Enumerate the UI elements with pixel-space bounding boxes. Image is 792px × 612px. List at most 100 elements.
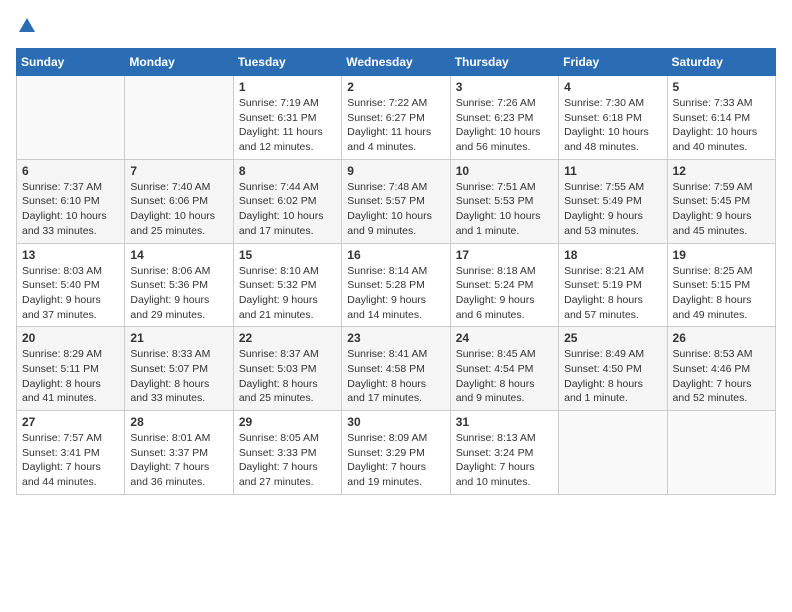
day-number: 27 [22, 415, 119, 429]
day-info: Sunrise: 7:44 AM Sunset: 6:02 PM Dayligh… [239, 180, 336, 239]
day-cell: 27 Sunrise: 7:57 AM Sunset: 3:41 PM Dayli… [17, 411, 125, 495]
day-info: Sunrise: 8:18 AM Sunset: 5:24 PM Dayligh… [456, 264, 553, 323]
day-number: 31 [456, 415, 553, 429]
day-number: 10 [456, 164, 553, 178]
day-cell: 24 Sunrise: 8:45 AM Sunset: 4:54 PM Dayli… [450, 327, 558, 411]
day-number: 1 [239, 80, 336, 94]
day-cell: 5 Sunrise: 7:33 AM Sunset: 6:14 PM Daylig… [667, 76, 775, 160]
day-cell: 10 Sunrise: 7:51 AM Sunset: 5:53 PM Dayli… [450, 159, 558, 243]
day-number: 6 [22, 164, 119, 178]
column-header-friday: Friday [559, 49, 667, 76]
day-cell: 25Sunrise: 8:49 AM Sunset: 4:50 PM Dayli… [559, 327, 667, 411]
week-row-3: 13 Sunrise: 8:03 AM Sunset: 5:40 PM Dayli… [17, 243, 776, 327]
logo [16, 16, 36, 36]
day-number: 18 [564, 248, 661, 262]
header-row: SundayMondayTuesdayWednesdayThursdayFrid… [17, 49, 776, 76]
day-number: 11 [564, 164, 661, 178]
day-info: Sunrise: 8:05 AM Sunset: 3:33 PM Dayligh… [239, 431, 336, 490]
day-info: Sunrise: 8:29 AM Sunset: 5:11 PM Dayligh… [22, 347, 119, 406]
day-cell: 30 Sunrise: 8:09 AM Sunset: 3:29 PM Dayli… [342, 411, 450, 495]
day-number: 22 [239, 331, 336, 345]
day-cell: 31 Sunrise: 8:13 AM Sunset: 3:24 PM Dayli… [450, 411, 558, 495]
week-row-5: 27 Sunrise: 7:57 AM Sunset: 3:41 PM Dayli… [17, 411, 776, 495]
logo-icon [18, 16, 36, 34]
day-number: 21 [130, 331, 227, 345]
day-info: Sunrise: 7:33 AM Sunset: 6:14 PM Dayligh… [673, 96, 770, 155]
day-cell: 2 Sunrise: 7:22 AM Sunset: 6:27 PM Daylig… [342, 76, 450, 160]
day-cell: 21 Sunrise: 8:33 AM Sunset: 5:07 PM Dayli… [125, 327, 233, 411]
calendar-table: SundayMondayTuesdayWednesdayThursdayFrid… [16, 48, 776, 495]
day-info: Sunrise: 7:48 AM Sunset: 5:57 PM Dayligh… [347, 180, 444, 239]
day-info: Sunrise: 8:25 AM Sunset: 5:15 PM Dayligh… [673, 264, 770, 323]
day-cell: 28Sunrise: 8:01 AM Sunset: 3:37 PM Dayli… [125, 411, 233, 495]
day-number: 14 [130, 248, 227, 262]
week-row-1: 1 Sunrise: 7:19 AM Sunset: 6:31 PM Daylig… [17, 76, 776, 160]
day-info: Sunrise: 8:13 AM Sunset: 3:24 PM Dayligh… [456, 431, 553, 490]
column-header-tuesday: Tuesday [233, 49, 341, 76]
day-info: Sunrise: 7:30 AM Sunset: 6:18 PM Dayligh… [564, 96, 661, 155]
day-cell [17, 76, 125, 160]
week-row-2: 6Sunrise: 7:37 AM Sunset: 6:10 PM Daylig… [17, 159, 776, 243]
day-cell: 22Sunrise: 8:37 AM Sunset: 5:03 PM Dayli… [233, 327, 341, 411]
day-number: 3 [456, 80, 553, 94]
day-cell: 8 Sunrise: 7:44 AM Sunset: 6:02 PM Daylig… [233, 159, 341, 243]
day-cell: 6Sunrise: 7:37 AM Sunset: 6:10 PM Daylig… [17, 159, 125, 243]
day-info: Sunrise: 7:57 AM Sunset: 3:41 PM Dayligh… [22, 431, 119, 490]
day-number: 8 [239, 164, 336, 178]
day-cell [125, 76, 233, 160]
day-number: 28 [130, 415, 227, 429]
day-cell: 3Sunrise: 7:26 AM Sunset: 6:23 PM Daylig… [450, 76, 558, 160]
day-cell: 7 Sunrise: 7:40 AM Sunset: 6:06 PM Daylig… [125, 159, 233, 243]
day-number: 26 [673, 331, 770, 345]
day-number: 20 [22, 331, 119, 345]
day-number: 16 [347, 248, 444, 262]
day-cell: 4Sunrise: 7:30 AM Sunset: 6:18 PM Daylig… [559, 76, 667, 160]
day-info: Sunrise: 8:53 AM Sunset: 4:46 PM Dayligh… [673, 347, 770, 406]
day-info: Sunrise: 7:22 AM Sunset: 6:27 PM Dayligh… [347, 96, 444, 155]
day-cell: 9 Sunrise: 7:48 AM Sunset: 5:57 PM Daylig… [342, 159, 450, 243]
day-cell [667, 411, 775, 495]
day-info: Sunrise: 7:19 AM Sunset: 6:31 PM Dayligh… [239, 96, 336, 155]
day-cell: 1 Sunrise: 7:19 AM Sunset: 6:31 PM Daylig… [233, 76, 341, 160]
day-number: 9 [347, 164, 444, 178]
day-info: Sunrise: 8:06 AM Sunset: 5:36 PM Dayligh… [130, 264, 227, 323]
day-info: Sunrise: 7:40 AM Sunset: 6:06 PM Dayligh… [130, 180, 227, 239]
header [16, 16, 776, 36]
column-header-monday: Monday [125, 49, 233, 76]
day-cell: 14 Sunrise: 8:06 AM Sunset: 5:36 PM Dayli… [125, 243, 233, 327]
day-cell: 13 Sunrise: 8:03 AM Sunset: 5:40 PM Dayli… [17, 243, 125, 327]
day-number: 13 [22, 248, 119, 262]
day-info: Sunrise: 8:33 AM Sunset: 5:07 PM Dayligh… [130, 347, 227, 406]
day-number: 30 [347, 415, 444, 429]
column-header-sunday: Sunday [17, 49, 125, 76]
column-header-wednesday: Wednesday [342, 49, 450, 76]
day-info: Sunrise: 8:09 AM Sunset: 3:29 PM Dayligh… [347, 431, 444, 490]
day-info: Sunrise: 8:14 AM Sunset: 5:28 PM Dayligh… [347, 264, 444, 323]
day-cell: 26 Sunrise: 8:53 AM Sunset: 4:46 PM Dayli… [667, 327, 775, 411]
day-number: 15 [239, 248, 336, 262]
day-number: 12 [673, 164, 770, 178]
day-info: Sunrise: 8:10 AM Sunset: 5:32 PM Dayligh… [239, 264, 336, 323]
day-cell: 12Sunrise: 7:59 AM Sunset: 5:45 PM Dayli… [667, 159, 775, 243]
column-header-thursday: Thursday [450, 49, 558, 76]
day-info: Sunrise: 8:41 AM Sunset: 4:58 PM Dayligh… [347, 347, 444, 406]
day-number: 23 [347, 331, 444, 345]
day-cell: 18Sunrise: 8:21 AM Sunset: 5:19 PM Dayli… [559, 243, 667, 327]
day-cell: 11 Sunrise: 7:55 AM Sunset: 5:49 PM Dayli… [559, 159, 667, 243]
day-number: 19 [673, 248, 770, 262]
day-number: 17 [456, 248, 553, 262]
day-info: Sunrise: 7:55 AM Sunset: 5:49 PM Dayligh… [564, 180, 661, 239]
day-number: 5 [673, 80, 770, 94]
day-number: 29 [239, 415, 336, 429]
day-number: 7 [130, 164, 227, 178]
week-row-4: 20 Sunrise: 8:29 AM Sunset: 5:11 PM Dayli… [17, 327, 776, 411]
day-info: Sunrise: 8:45 AM Sunset: 4:54 PM Dayligh… [456, 347, 553, 406]
day-cell: 17 Sunrise: 8:18 AM Sunset: 5:24 PM Dayli… [450, 243, 558, 327]
day-cell: 15 Sunrise: 8:10 AM Sunset: 5:32 PM Dayli… [233, 243, 341, 327]
day-info: Sunrise: 8:03 AM Sunset: 5:40 PM Dayligh… [22, 264, 119, 323]
day-number: 24 [456, 331, 553, 345]
day-info: Sunrise: 7:51 AM Sunset: 5:53 PM Dayligh… [456, 180, 553, 239]
day-cell: 19 Sunrise: 8:25 AM Sunset: 5:15 PM Dayli… [667, 243, 775, 327]
day-cell: 16 Sunrise: 8:14 AM Sunset: 5:28 PM Dayli… [342, 243, 450, 327]
day-number: 2 [347, 80, 444, 94]
